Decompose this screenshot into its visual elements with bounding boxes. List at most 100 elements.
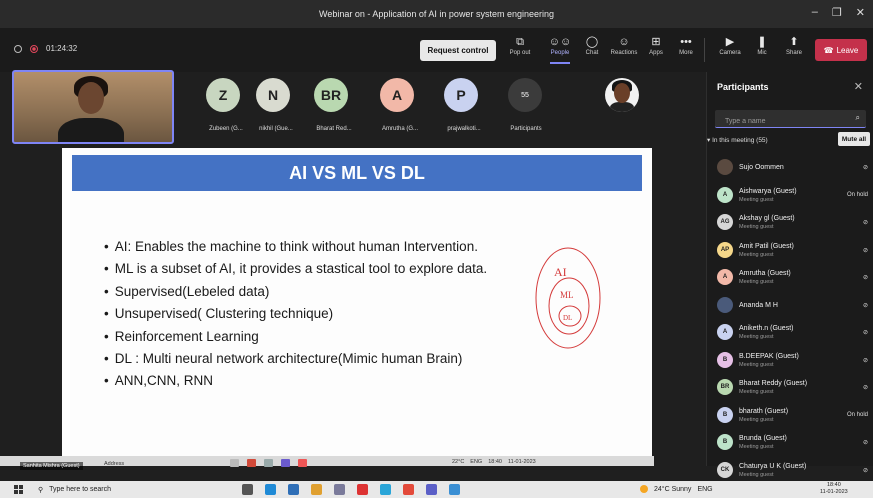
popout-button[interactable]: ⧉ Pop out bbox=[504, 35, 536, 56]
avatar: B bbox=[717, 351, 733, 368]
windows-taskbar: ⚲ Type here to search 24°C Sunny ENG 18:4… bbox=[0, 481, 873, 498]
participant-row[interactable]: B B.DEEPAK (Guest) Meeting guest ⊘ bbox=[707, 347, 873, 375]
avatar: BR bbox=[717, 379, 733, 395]
avatar: A bbox=[717, 324, 733, 340]
app-icon[interactable] bbox=[380, 484, 391, 495]
bullet-item: Unsupervised( Clustering technique) bbox=[104, 303, 487, 325]
taskbar-clock[interactable]: 18:40 11-01-2023 bbox=[820, 482, 848, 496]
participant-row[interactable]: BR Bharat Reddy (Guest) Meeting guest ⊘ bbox=[707, 374, 873, 402]
mic-off-icon: ⊘ bbox=[862, 440, 868, 446]
avatar bbox=[717, 296, 733, 313]
windows-start-icon[interactable] bbox=[14, 485, 23, 494]
avatar: B bbox=[717, 406, 733, 423]
in-meeting-header[interactable]: ▾ In this meeting (55) bbox=[707, 136, 768, 144]
avatar: B bbox=[717, 434, 733, 450]
bullet-item: ML is a subset of AI, it provides a stas… bbox=[104, 258, 487, 280]
chrome-icon[interactable] bbox=[403, 484, 414, 495]
recording-icon bbox=[30, 44, 38, 53]
mic-off-icon: ⊘ bbox=[862, 220, 868, 226]
close-icon[interactable]: ✕ bbox=[856, 6, 865, 19]
presenter-video bbox=[12, 70, 174, 144]
participant-row[interactable]: AP Amit Patil (Guest) Meeting guest ⊘ bbox=[707, 237, 873, 265]
minimize-icon[interactable]: – bbox=[812, 6, 818, 19]
share-button[interactable]: ⬆ Share bbox=[778, 35, 810, 56]
edge-icon[interactable] bbox=[265, 484, 276, 495]
share-icon: ⬆ bbox=[789, 36, 799, 48]
teams-icon[interactable] bbox=[426, 484, 437, 495]
bullet-item: ANN,CNN, RNN bbox=[104, 370, 487, 392]
address-label: Address bbox=[104, 461, 125, 467]
participant-row[interactable]: AG Akshay gl (Guest) Meeting guest ⊘ bbox=[707, 209, 873, 237]
sketch-label-dl: DL bbox=[563, 314, 572, 322]
avatar: AG bbox=[717, 214, 733, 230]
roster-avatar[interactable]: Pprajwalkoti... bbox=[444, 78, 481, 132]
app-icon[interactable] bbox=[449, 484, 460, 495]
bullet-item: Reinforcement Learning bbox=[104, 326, 487, 348]
participant-search: ⌕ bbox=[715, 110, 866, 130]
mic-off-icon: ⊘ bbox=[862, 467, 868, 474]
avatar bbox=[717, 159, 733, 175]
roster-avatar[interactable]: Z Zubeen (G... bbox=[206, 78, 243, 132]
people-button[interactable]: ☺☺ People bbox=[544, 35, 576, 64]
bullet-item: AI: Enables the machine to think without… bbox=[104, 236, 487, 258]
maximize-icon[interactable]: ❐ bbox=[832, 6, 842, 19]
apps-button[interactable]: ⊞ Apps bbox=[640, 35, 672, 56]
mic-off-icon: ⊘ bbox=[862, 385, 868, 391]
avatar: AP bbox=[717, 241, 733, 258]
mic-off-icon: ⊘ bbox=[862, 330, 868, 336]
bullet-item: DL : Multi neural network architecture(M… bbox=[104, 348, 487, 370]
more-button[interactable]: ••• More bbox=[670, 35, 702, 56]
app-icon[interactable] bbox=[357, 484, 368, 495]
pinned-participant-avatar[interactable] bbox=[605, 78, 639, 112]
status-label: On hold bbox=[846, 411, 868, 418]
chat-button[interactable]: ◯ Chat bbox=[576, 35, 608, 56]
mic-off-icon: ⊘ bbox=[862, 357, 868, 364]
mic-icon: ❚ bbox=[757, 36, 767, 48]
phone-icon: ☎ bbox=[823, 45, 834, 55]
participant-row[interactable]: A Aishwarya (Guest) Meeting guest On hold bbox=[707, 182, 873, 210]
avatar: A bbox=[717, 186, 733, 203]
camera-button[interactable]: ▶ Camera bbox=[714, 35, 746, 56]
participant-row[interactable]: Bbharath (Guest) Meeting guest On hold bbox=[707, 402, 873, 430]
roster-avatar[interactable]: A Amrutha (G... bbox=[380, 78, 418, 132]
participant-list: Sujo Oommen ⊘ A Aishwarya (Guest) Meeting g… bbox=[707, 154, 873, 484]
participant-row[interactable]: B Brunda (Guest) Meeting guest ⊘ bbox=[707, 429, 873, 457]
slide-bullets: AI: Enables the machine to think without… bbox=[104, 236, 487, 393]
taskbar-search[interactable]: ⚲ Type here to search bbox=[38, 483, 208, 496]
slide-title: AI VS ML VS DL bbox=[72, 155, 642, 191]
participant-row[interactable]: Ananda M H ⊘ bbox=[707, 292, 873, 320]
window-title: Webinar on - Application of AI in power … bbox=[319, 9, 554, 19]
roster-avatar[interactable]: BR Bharat Red... bbox=[314, 78, 352, 132]
popout-icon: ⧉ bbox=[516, 36, 524, 48]
app-icon[interactable] bbox=[334, 484, 345, 495]
participant-row[interactable]: CK Chaturya U K (Guest) Meeting guest ⊘ bbox=[707, 457, 873, 485]
shield-icon bbox=[14, 44, 22, 53]
participant-row[interactable]: A Amrutha (Guest) Meeting guest ⊘ bbox=[707, 264, 873, 292]
request-control-button[interactable]: Request control bbox=[420, 40, 496, 61]
mute-all-button[interactable]: Mute all bbox=[838, 132, 870, 146]
avatar: A bbox=[717, 269, 733, 285]
mic-button[interactable]: ❚ Mic bbox=[746, 35, 778, 56]
search-icon[interactable]: ⌕ bbox=[856, 113, 860, 123]
leave-button[interactable]: ☎ Leave bbox=[815, 39, 867, 61]
close-icon[interactable]: ✕ bbox=[854, 80, 863, 93]
shared-slide: AI VS ML VS DL AI: Enables the machine t… bbox=[62, 148, 652, 463]
participants-panel: Participants ✕ ⌕ ▾ In this meeting (55) … bbox=[706, 72, 873, 478]
avatar: CK bbox=[717, 461, 733, 478]
task-view-icon[interactable] bbox=[242, 484, 253, 495]
shared-screen-taskbar bbox=[0, 456, 654, 466]
file-explorer-icon[interactable] bbox=[311, 484, 322, 495]
shared-screen-app-icons bbox=[230, 459, 307, 467]
reactions-button[interactable]: ☺ Reactions bbox=[608, 35, 640, 56]
people-icon: ☺☺ bbox=[548, 36, 572, 48]
word-icon[interactable] bbox=[288, 484, 299, 495]
participant-row[interactable]: Sujo Oommen ⊘ bbox=[707, 154, 873, 182]
taskbar-apps bbox=[242, 484, 460, 495]
participant-row[interactable]: A Aniketh.n (Guest) Meeting guest ⊘ bbox=[707, 319, 873, 347]
shared-screen-tray: 22°C ENG 18:40 11-01-2023 bbox=[452, 459, 536, 465]
more-icon: ••• bbox=[680, 36, 692, 48]
mic-off-icon: ⊘ bbox=[862, 247, 868, 254]
search-input[interactable] bbox=[715, 113, 835, 130]
apps-icon: ⊞ bbox=[651, 36, 661, 48]
roster-avatar[interactable]: Nnikhil (Gue... bbox=[256, 78, 293, 132]
